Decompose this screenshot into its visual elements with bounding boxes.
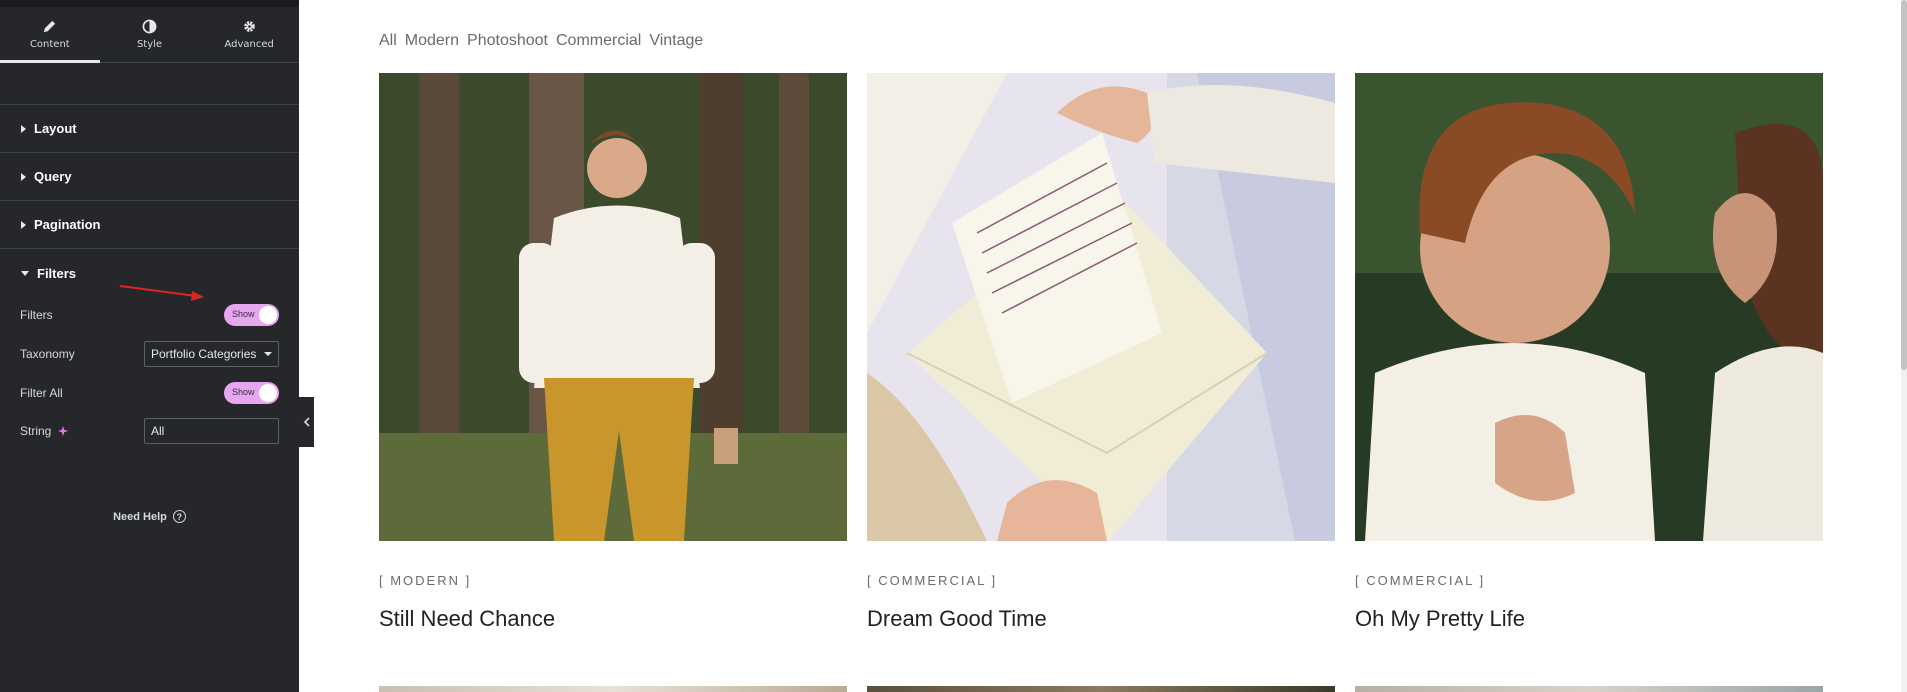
caret-down-icon xyxy=(21,270,29,276)
tab-content-label: Content xyxy=(29,39,70,50)
card-title[interactable]: Oh My Pretty Life xyxy=(1355,606,1823,632)
tab-advanced-label: Advanced xyxy=(224,39,274,50)
caret-right-icon xyxy=(21,220,26,229)
card-category: [ COMMERCIAL ] xyxy=(1355,573,1486,588)
portfolio-image[interactable] xyxy=(379,73,847,541)
portfolio-filters: All Modern Photoshoot Commercial Vintage xyxy=(379,32,703,50)
tab-advanced[interactable]: Advanced xyxy=(199,7,299,62)
question-icon: ? xyxy=(172,510,186,523)
need-help-label: Need Help xyxy=(113,510,167,523)
caret-right-icon xyxy=(21,124,26,133)
panel-tabs: Content Style Advanced xyxy=(0,7,299,63)
control-filter-all: Filter All Show xyxy=(20,382,279,404)
card-title[interactable]: Still Need Chance xyxy=(379,606,847,632)
need-help-link[interactable]: Need Help ? xyxy=(0,510,299,523)
tab-style-label: Style xyxy=(136,39,163,50)
chevron-down-icon xyxy=(264,352,272,356)
caret-right-icon xyxy=(21,172,26,181)
toggle-knob xyxy=(259,384,277,402)
filter-commercial[interactable]: Commercial xyxy=(556,32,641,50)
filters-toggle-text: Show xyxy=(232,309,255,319)
panel-spacer xyxy=(0,63,299,105)
next-row-image[interactable] xyxy=(1355,686,1823,692)
collapse-panel-button[interactable] xyxy=(299,397,314,447)
portfolio-image[interactable] xyxy=(1355,73,1823,541)
filter-modern[interactable]: Modern xyxy=(405,32,459,50)
filters-toggle[interactable]: Show xyxy=(224,304,279,326)
gear-icon xyxy=(243,21,255,32)
card-title[interactable]: Dream Good Time xyxy=(867,606,1335,632)
control-taxonomy: Taxonomy Portfolio Categories xyxy=(20,341,279,367)
portfolio-card[interactable]: [ MODERN ] Still Need Chance xyxy=(379,73,847,632)
control-filters: Filters Show xyxy=(20,304,279,326)
card-category: [ COMMERCIAL ] xyxy=(867,573,998,588)
tab-content[interactable]: Content xyxy=(0,7,100,63)
portfolio-card[interactable]: [ COMMERCIAL ] Dream Good Time xyxy=(867,73,1335,632)
pencil-icon xyxy=(44,20,56,33)
annotation-arrow xyxy=(119,285,204,301)
ai-sparkle-icon[interactable] xyxy=(57,425,69,437)
section-layout[interactable]: Layout xyxy=(0,105,299,153)
section-pagination-label: Pagination xyxy=(34,217,101,232)
scrollbar-track[interactable] xyxy=(1901,0,1907,692)
contrast-icon xyxy=(142,19,157,34)
section-layout-label: Layout xyxy=(34,121,77,136)
card-category: [ MODERN ] xyxy=(379,573,472,588)
section-filters-label: Filters xyxy=(37,265,77,281)
filter-all-label: Filter All xyxy=(20,386,63,400)
filter-vintage[interactable]: Vintage xyxy=(649,32,703,50)
scrollbar-thumb[interactable] xyxy=(1901,0,1907,370)
taxonomy-label: Taxonomy xyxy=(20,347,75,361)
toggle-knob xyxy=(259,306,277,324)
section-pagination[interactable]: Pagination xyxy=(0,201,299,249)
filter-all[interactable]: All xyxy=(379,32,397,50)
string-label-wrap: String xyxy=(20,424,69,438)
portfolio-card[interactable]: [ COMMERCIAL ] Oh My Pretty Life xyxy=(1355,73,1823,632)
filter-all-toggle[interactable]: Show xyxy=(224,382,279,404)
chevron-left-icon xyxy=(303,417,310,427)
next-row-image[interactable] xyxy=(867,686,1335,692)
panel-top-bar xyxy=(0,0,299,7)
filters-control-label: Filters xyxy=(20,308,53,322)
taxonomy-select[interactable]: Portfolio Categories xyxy=(144,341,279,367)
taxonomy-select-value: Portfolio Categories xyxy=(151,347,257,361)
editor-panel: Content Style Advanced Layout Query Pagi… xyxy=(0,0,299,692)
filter-all-toggle-text: Show xyxy=(232,387,255,397)
section-query[interactable]: Query xyxy=(0,153,299,201)
string-label: String xyxy=(20,424,52,438)
string-input[interactable] xyxy=(144,418,279,444)
next-row-image[interactable] xyxy=(379,686,847,692)
portfolio-image[interactable] xyxy=(867,73,1335,541)
tab-style[interactable]: Style xyxy=(100,7,200,62)
filter-photoshoot[interactable]: Photoshoot xyxy=(467,32,548,50)
control-string: String xyxy=(20,418,279,444)
section-query-label: Query xyxy=(34,169,72,184)
